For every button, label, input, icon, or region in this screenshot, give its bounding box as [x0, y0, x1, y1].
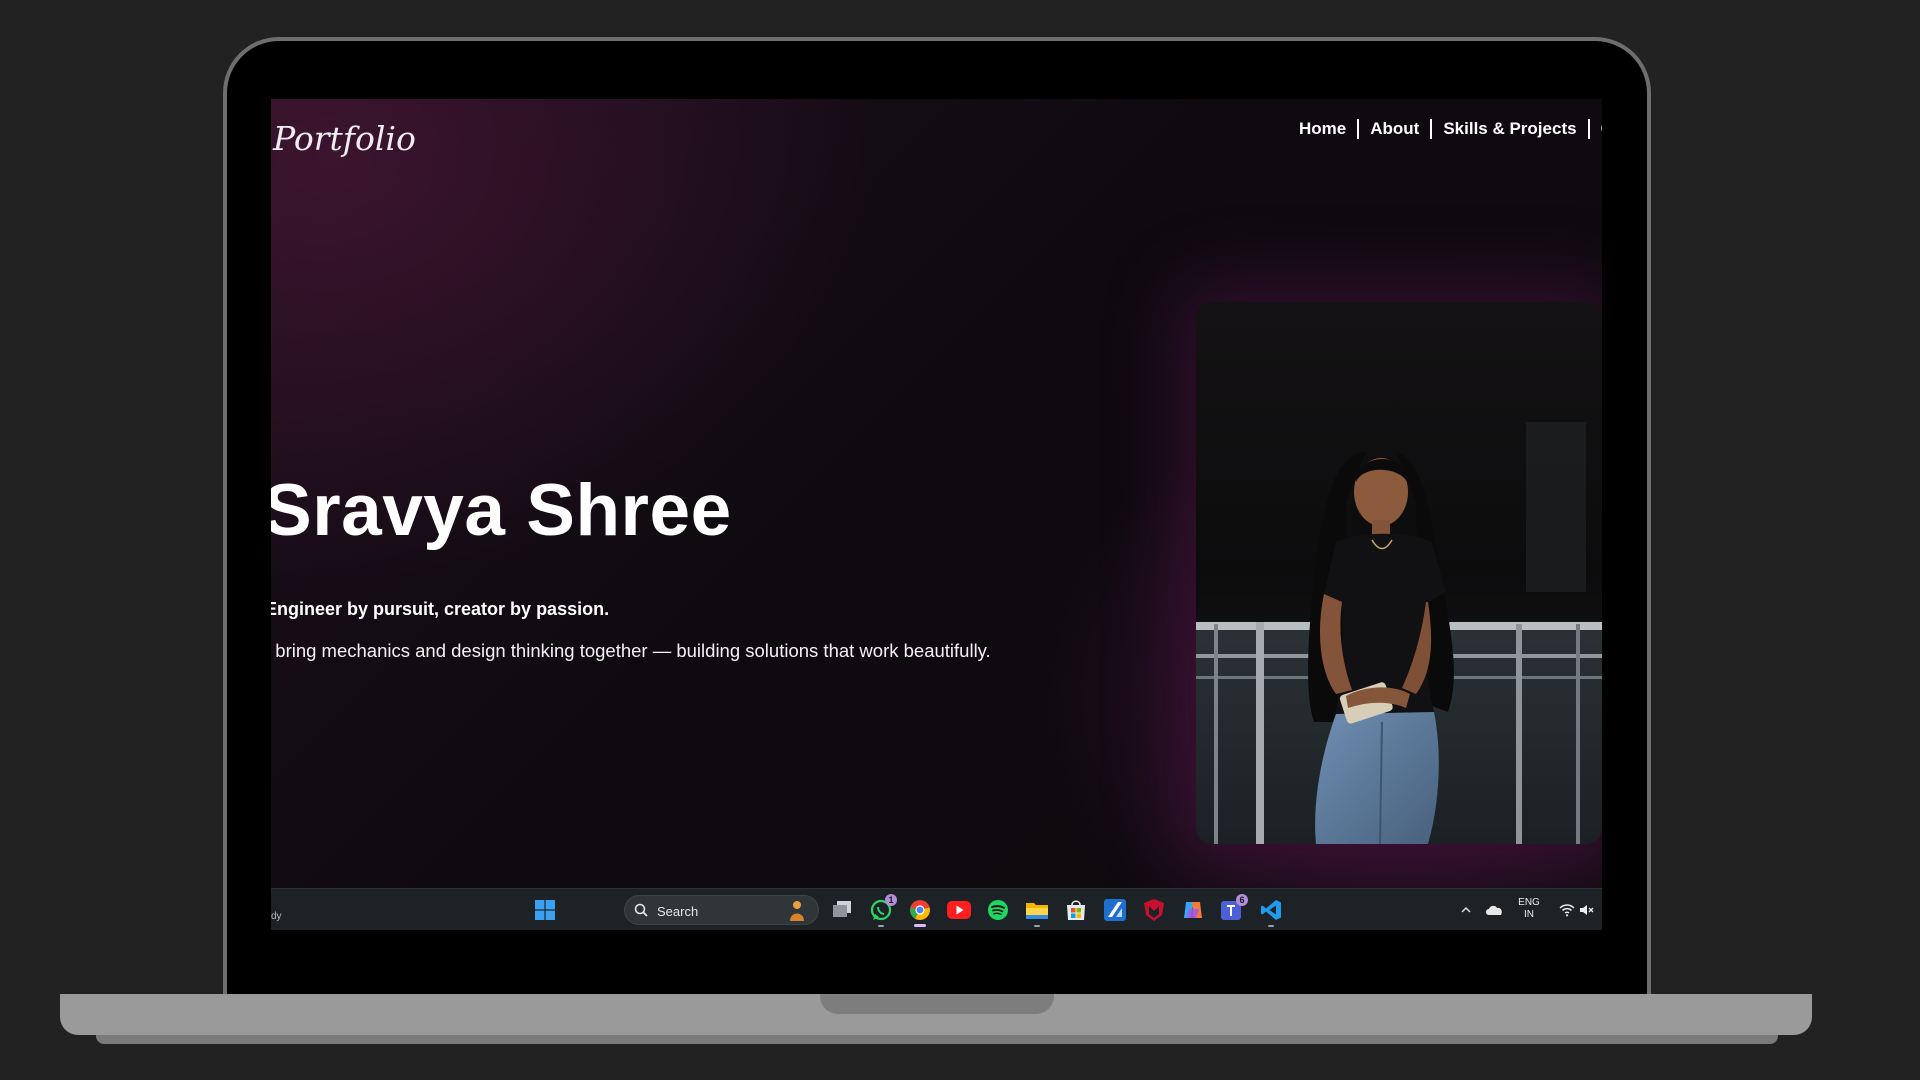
task-view-icon[interactable]	[830, 898, 854, 922]
chrome-icon[interactable]	[908, 898, 932, 927]
nav-contact[interactable]: Co	[1590, 119, 1602, 139]
autodesk-icon[interactable]	[1103, 898, 1127, 922]
spotify-icon[interactable]	[986, 898, 1010, 922]
main-nav: Home About Skills & Projects Co	[1288, 119, 1602, 139]
notification-badge: 1	[885, 894, 897, 906]
vscode-icon[interactable]	[1259, 898, 1283, 927]
laptop-trackpad-notch	[820, 994, 1054, 1014]
nav-skills-projects[interactable]: Skills & Projects	[1432, 119, 1587, 139]
search-highlight-icon	[788, 899, 806, 926]
language-region: IN	[1524, 909, 1534, 920]
profile-photo	[1196, 302, 1602, 844]
hero-tagline: Engineer by pursuit, creator by passion.	[271, 599, 610, 619]
search-placeholder: Search	[657, 904, 699, 919]
microsoft-store-icon[interactable]	[1064, 898, 1088, 922]
laptop-base-lip	[96, 1035, 1778, 1044]
teams-icon[interactable]: 6	[1220, 894, 1248, 922]
windows-taskbar: dy Search 1 6 ENG IN	[271, 888, 1602, 930]
chevron-up-icon[interactable]	[1454, 898, 1478, 922]
running-indicator	[1268, 925, 1274, 927]
whatsapp-icon[interactable]: 1	[869, 894, 897, 927]
portfolio-website: Portfolio Home About Skills & Projects C…	[271, 99, 1602, 888]
active-indicator	[914, 924, 926, 927]
copilot-icon[interactable]	[1181, 898, 1205, 922]
running-indicator	[1034, 925, 1040, 927]
nav-about[interactable]: About	[1359, 119, 1430, 139]
search-icon	[634, 903, 648, 922]
language-code: ENG	[1518, 897, 1540, 908]
site-logo[interactable]: Portfolio	[273, 119, 416, 158]
file-explorer-icon[interactable]	[1025, 898, 1049, 927]
taskbar-search-box[interactable]: Search	[624, 895, 819, 925]
youtube-icon[interactable]	[947, 898, 971, 922]
hero-description: I bring mechanics and design thinking to…	[271, 640, 991, 661]
windows-start-icon[interactable]	[533, 898, 557, 922]
nav-home[interactable]: Home	[1288, 119, 1357, 139]
volume-muted-icon[interactable]	[1575, 898, 1599, 922]
taskbar-left-text: dy	[271, 911, 282, 922]
laptop-screen: Portfolio Home About Skills & Projects C…	[271, 99, 1602, 930]
notification-badge: 6	[1236, 894, 1248, 906]
hero-name: Sravya Shree	[271, 470, 732, 551]
mcafee-icon[interactable]	[1142, 898, 1166, 922]
language-indicator[interactable]: ENG IN	[1514, 897, 1544, 921]
running-indicator	[878, 925, 884, 927]
onedrive-icon[interactable]	[1482, 898, 1506, 922]
